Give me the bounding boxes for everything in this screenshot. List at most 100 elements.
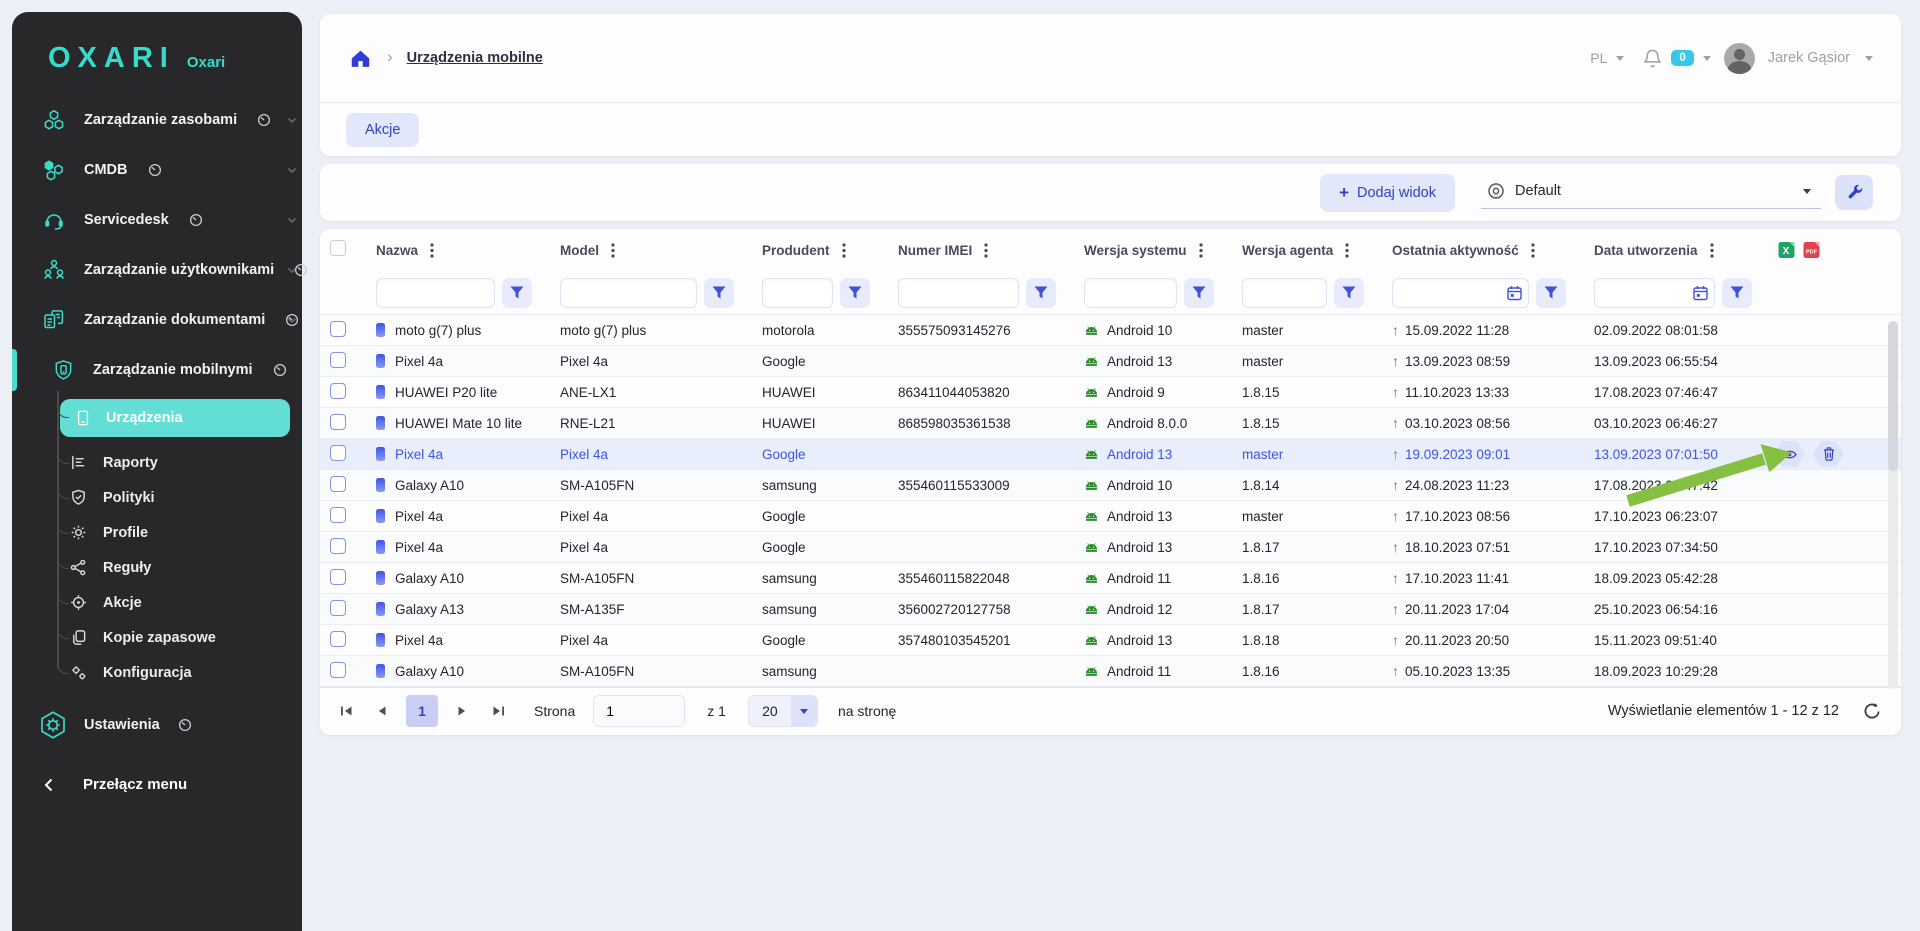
funnel-icon[interactable] [1026, 278, 1056, 308]
home-icon[interactable] [350, 49, 371, 68]
last-page-button[interactable] [484, 696, 512, 726]
sidebar-item-zarzadzanie-zasobami[interactable]: Zarządzanie zasobami [12, 95, 302, 145]
table-row[interactable]: Galaxy A13 SM-A135F samsung 356002720127… [320, 594, 1901, 625]
language-selector[interactable]: PL [1590, 50, 1607, 66]
table-row[interactable]: Pixel 4a Pixel 4a Google Android 13 mast… [320, 346, 1901, 377]
sidebar-item-zarzadzanie-uzytkownikami[interactable]: Zarządzanie użytkownikami [12, 245, 302, 295]
column-menu-icon[interactable] [982, 241, 990, 260]
export-pdf-icon[interactable]: PDF [1803, 241, 1820, 259]
delete-row-button[interactable] [1813, 440, 1844, 468]
funnel-icon[interactable] [1334, 278, 1364, 308]
table-row[interactable]: Pixel 4a Pixel 4a Google Android 13 mast… [320, 501, 1901, 532]
column-menu-icon[interactable] [428, 241, 436, 260]
table-row[interactable]: Galaxy A10 SM-A105FN samsung 35546011553… [320, 470, 1901, 501]
filter-input-produdent[interactable] [762, 278, 833, 308]
refresh-icon[interactable] [1863, 702, 1881, 720]
first-page-button[interactable] [332, 696, 360, 726]
cell-model: Pixel 4a [560, 509, 608, 524]
row-checkbox[interactable] [330, 445, 346, 461]
sidebar-item-polityki[interactable]: Polityki [12, 480, 302, 515]
sidebar-item-raporty[interactable]: Raporty [12, 445, 302, 480]
row-checkbox[interactable] [330, 414, 346, 430]
gauge-icon [148, 163, 162, 177]
sidebar-item-kopie-zapasowe[interactable]: Kopie zapasowe [12, 620, 302, 655]
table-row[interactable]: Pixel 4a Pixel 4a Google Android 13 mast… [320, 439, 1901, 470]
table-row[interactable]: Pixel 4a Pixel 4a Google Android 13 1.8.… [320, 532, 1901, 563]
table-row[interactable]: Pixel 4a Pixel 4a Google 357480103545201… [320, 625, 1901, 656]
per-page-select[interactable]: 20 [748, 695, 818, 727]
avatar[interactable] [1724, 43, 1755, 74]
sidebar-item-akcje[interactable]: Akcje [12, 585, 302, 620]
sidebar-item-zarzadzanie-mobilnymi[interactable]: Zarządzanie mobilnymi [12, 345, 302, 395]
funnel-icon[interactable] [1536, 278, 1566, 308]
sidebar-item-ustawienia[interactable]: Ustawienia [12, 700, 302, 750]
user-name[interactable]: Jarek Gąsior [1768, 50, 1850, 66]
column-menu-icon[interactable] [609, 241, 617, 260]
cell-nazwa: HUAWEI P20 lite [395, 385, 497, 400]
column-settings-button[interactable] [1835, 175, 1873, 210]
akcje-button[interactable]: Akcje [346, 113, 419, 147]
sidebar-item-urzadzenia-active[interactable]: Urządzenia [60, 399, 290, 437]
select-all-checkbox[interactable] [330, 240, 346, 256]
cell-wersja-agenta: master [1242, 447, 1283, 462]
export-excel-icon[interactable]: X [1778, 241, 1795, 259]
filter-input-imei[interactable] [898, 278, 1019, 308]
table-row[interactable]: Galaxy A10 SM-A105FN samsung 35546011582… [320, 563, 1901, 594]
filter-input-wersja-agenta[interactable] [1242, 278, 1327, 308]
table-row[interactable]: Galaxy A10 SM-A105FN samsung Android 11 … [320, 656, 1901, 687]
sidebar-item-reguly[interactable]: Reguły [12, 550, 302, 585]
row-checkbox[interactable] [330, 538, 346, 554]
row-checkbox[interactable] [330, 352, 346, 368]
column-menu-icon[interactable] [840, 241, 848, 260]
current-page-button[interactable]: 1 [406, 695, 438, 727]
page-number-input[interactable] [593, 695, 685, 727]
sidebar-item-cmdb[interactable]: CMDB [12, 145, 302, 195]
toggle-menu-button[interactable]: Przełącz menu [12, 776, 302, 793]
language-caret-icon[interactable] [1616, 56, 1624, 61]
funnel-icon[interactable] [840, 278, 870, 308]
table-scrollbar[interactable] [1888, 321, 1898, 689]
row-checkbox[interactable] [330, 662, 346, 678]
view-select[interactable]: Default [1481, 176, 1821, 209]
row-checkbox[interactable] [330, 321, 346, 337]
funnel-icon[interactable] [704, 278, 734, 308]
brand[interactable]: OXARI Oxari [12, 12, 302, 95]
sidebar-item-servicedesk[interactable]: Servicedesk [12, 195, 302, 245]
column-menu-icon[interactable] [1343, 241, 1351, 260]
view-selected-value: Default [1515, 183, 1793, 199]
row-checkbox[interactable] [330, 476, 346, 492]
bell-icon[interactable] [1643, 48, 1662, 69]
filter-input-nazwa[interactable] [376, 278, 495, 308]
table-row[interactable]: HUAWEI P20 lite ANE-LX1 HUAWEI 863411044… [320, 377, 1901, 408]
row-checkbox[interactable] [330, 383, 346, 399]
breadcrumb-current[interactable]: Urządzenia mobilne [407, 50, 543, 66]
sidebar-item-profile[interactable]: Profile [12, 515, 302, 550]
prev-page-button[interactable] [368, 696, 396, 726]
add-view-button[interactable]: + Dodaj widok [1320, 174, 1455, 212]
cell-nazwa: Pixel 4a [395, 354, 443, 369]
sidebar-item-konfiguracja[interactable]: Konfiguracja [12, 655, 302, 690]
row-checkbox[interactable] [330, 569, 346, 585]
funnel-icon[interactable] [502, 278, 532, 308]
table-row[interactable]: HUAWEI Mate 10 lite RNE-L21 HUAWEI 86859… [320, 408, 1901, 439]
scrollbar-thumb[interactable] [1888, 321, 1898, 471]
user-caret-icon[interactable] [1865, 56, 1873, 61]
funnel-icon[interactable] [1722, 278, 1752, 308]
sidebar-item-zarzadzanie-dokumentami[interactable]: Zarządzanie dokumentami [12, 295, 302, 345]
row-checkbox[interactable] [330, 600, 346, 616]
cell-model: Pixel 4a [560, 633, 608, 648]
calendar-icon[interactable] [1507, 285, 1522, 301]
notifications-caret-icon[interactable] [1703, 56, 1711, 61]
row-checkbox[interactable] [330, 631, 346, 647]
row-checkbox[interactable] [330, 507, 346, 523]
column-menu-icon[interactable] [1529, 241, 1537, 260]
calendar-icon[interactable] [1693, 285, 1708, 301]
table-row[interactable]: moto g(7) plus moto g(7) plus motorola 3… [320, 315, 1901, 346]
column-menu-icon[interactable] [1708, 241, 1716, 260]
funnel-icon[interactable] [1184, 278, 1214, 308]
column-menu-icon[interactable] [1197, 241, 1205, 260]
filter-input-wersja-systemu[interactable] [1084, 278, 1177, 308]
preview-row-button[interactable] [1774, 440, 1805, 468]
next-page-button[interactable] [448, 696, 476, 726]
filter-input-model[interactable] [560, 278, 697, 308]
